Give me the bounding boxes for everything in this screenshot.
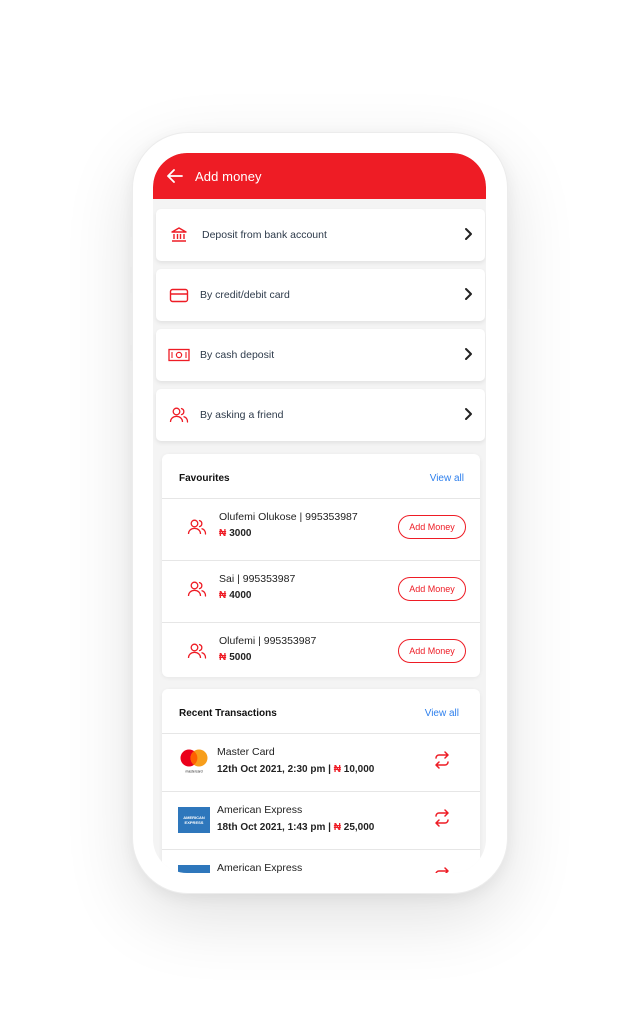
app-header: Add money [153,153,486,199]
naira-symbol: ₦ [219,528,227,539]
favourite-amount: ₦ 3000 [219,528,251,539]
option-label: By cash deposit [200,349,275,361]
amount-value: 5000 [229,652,252,663]
add-money-button[interactable]: Add Money [398,577,466,601]
option-label: By credit/debit card [200,289,290,301]
chevron-right-icon [465,408,472,420]
phone-frame: Add money Deposit from bank account By c… [129,132,511,894]
card-icon [168,286,190,304]
option-label: Deposit from bank account [202,229,327,241]
option-ask-friend[interactable]: By asking a friend [156,389,485,441]
recent-title: Recent Transactions [179,708,277,719]
person-icon [187,581,207,597]
add-money-button[interactable]: Add Money [398,515,466,539]
transaction-meta: 18th Oct 2021, 1:43 pm | ₦ 25,000 [217,822,374,833]
chevron-right-icon [465,288,472,300]
transaction-date: 12th Oct 2021, 2:30 pm | [217,764,334,775]
repeat-icon[interactable] [433,809,451,827]
option-cash[interactable]: By cash deposit [156,329,485,381]
mastercard-logo: mastercard [178,748,210,774]
app-screen: Add money Deposit from bank account By c… [153,153,486,873]
transaction-date: 18th Oct 2021, 1:43 pm | [217,822,334,833]
option-bank-deposit[interactable]: Deposit from bank account [156,209,485,261]
favourites-title: Favourites [179,473,230,484]
phone-power-button [507,309,511,393]
chevron-right-icon [465,228,472,240]
favourites-view-all-link[interactable]: View all [430,473,464,484]
transaction-row[interactable]: American Express [162,849,480,873]
repeat-icon[interactable] [433,751,451,769]
phone-side-button [129,361,133,413]
transaction-row[interactable]: mastercard Master Card 12th Oct 2021, 2:… [162,733,480,791]
transaction-amount: 10,000 [340,764,375,775]
cash-icon [168,346,190,364]
transaction-card-name: American Express [217,862,303,873]
favourite-name: Olufemi | 995353987 [219,635,317,647]
favourite-row: Olufemi Olukose | 995353987 ₦ 3000 Add Mo… [162,498,480,560]
amex-logo [178,865,210,873]
favourite-name: Olufemi Olukose | 995353987 [219,511,358,523]
naira-symbol: ₦ [219,590,227,601]
transaction-row[interactable]: AMERICAN EXPRESS American Express 18th O… [162,791,480,849]
naira-symbol: ₦ [219,652,227,663]
amount-value: 3000 [229,528,252,539]
amex-logo: AMERICAN EXPRESS [178,807,210,833]
transaction-card-name: Master Card [217,746,275,758]
favourite-amount: ₦ 5000 [219,652,251,663]
favourite-row: Sai | 995353987 ₦ 4000 Add Money [162,560,480,622]
transaction-card-name: American Express [217,804,303,816]
option-card[interactable]: By credit/debit card [156,269,485,321]
bank-icon [168,226,190,244]
repeat-icon[interactable] [433,867,451,873]
friends-icon [168,406,190,424]
favourite-row: Olufemi | 995353987 ₦ 5000 Add Money [162,622,480,684]
person-icon [187,643,207,659]
recent-header: Recent Transactions View all [162,689,480,733]
option-label: By asking a friend [200,409,284,421]
naira-symbol: ₦ [333,822,341,833]
recent-transactions-card: Recent Transactions View all mastercard … [162,689,480,873]
favourites-header: Favourites View all [162,454,480,498]
favourites-card: Favourites View all Olufemi Olukose | 99… [162,454,480,677]
chevron-right-icon [465,348,472,360]
naira-symbol: ₦ [333,764,341,775]
transaction-amount: 25,000 [340,822,375,833]
phone-side-button [129,237,133,267]
person-icon [187,519,207,535]
recent-view-all-link[interactable]: View all [425,708,459,719]
back-arrow-icon[interactable] [165,166,185,186]
add-money-button[interactable]: Add Money [398,639,466,663]
mastercard-wordmark: mastercard [186,770,203,774]
page-title: Add money [195,168,262,184]
transaction-meta: 12th Oct 2021, 2:30 pm | ₦ 10,000 [217,764,374,775]
phone-side-button [129,293,133,345]
favourite-name: Sai | 995353987 [219,573,296,585]
favourite-amount: ₦ 4000 [219,590,251,601]
amount-value: 4000 [229,590,252,601]
amex-wordmark: AMERICAN EXPRESS [183,815,205,825]
